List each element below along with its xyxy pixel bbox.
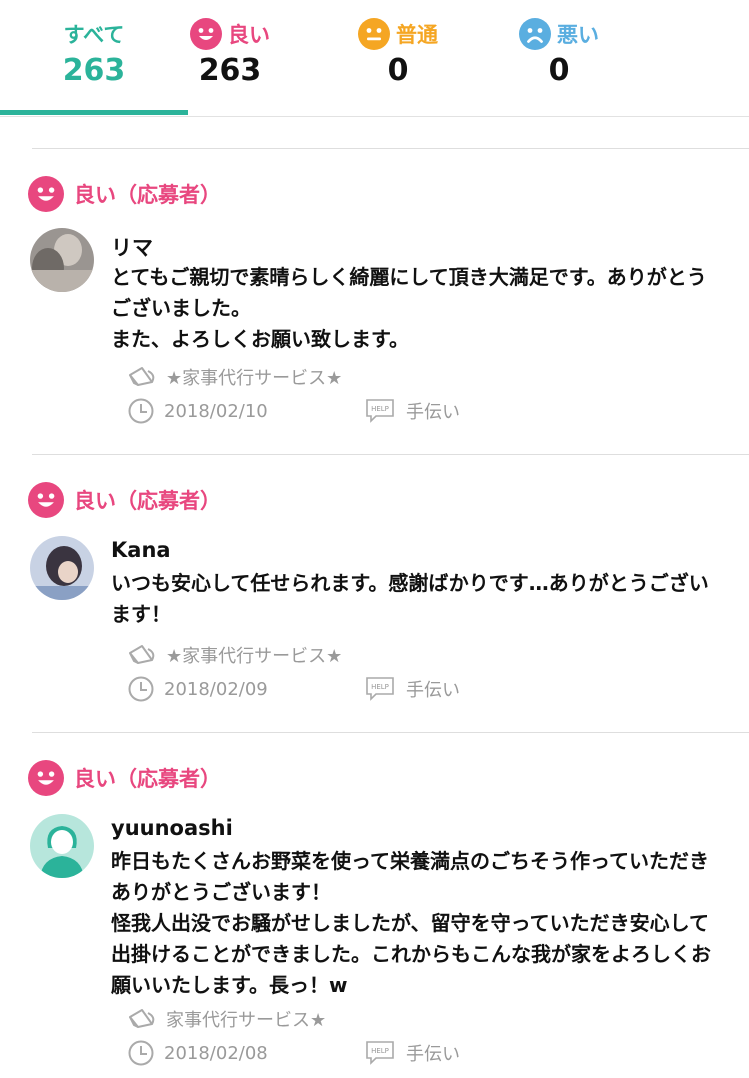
- category-label[interactable]: 手伝い: [406, 676, 460, 702]
- tab-normal[interactable]: 普通 0: [304, 0, 492, 116]
- megaphone-icon: [129, 645, 155, 664]
- svg-text:HELP: HELP: [371, 683, 389, 691]
- megaphone-icon: [129, 1009, 155, 1028]
- neutral-face-icon: [358, 18, 390, 50]
- tab-bad-count: 0: [548, 53, 570, 88]
- review-text: 昨日もたくさんお野菜を使って栄養満点のごちそう作っていただきありがとうございます…: [111, 849, 711, 997]
- default-avatar-icon[interactable]: [30, 814, 94, 878]
- divider: [32, 148, 749, 149]
- svg-text:HELP: HELP: [371, 1047, 389, 1055]
- category-label[interactable]: 手伝い: [406, 1040, 460, 1066]
- review-date: 2018/02/10: [164, 400, 268, 422]
- svg-text:HELP: HELP: [371, 405, 389, 413]
- clock-icon: [128, 398, 154, 424]
- review-date: 2018/02/09: [164, 678, 268, 700]
- service-name[interactable]: ★家事代行サービス★: [166, 642, 342, 668]
- help-icon: HELP: [366, 1041, 394, 1065]
- service-name[interactable]: ★家事代行サービス★: [166, 364, 342, 390]
- category-label[interactable]: 手伝い: [406, 398, 460, 424]
- sad-face-icon: [519, 18, 551, 50]
- help-icon: HELP: [366, 677, 394, 701]
- smile-face-icon: [190, 18, 222, 50]
- smile-face-icon: [28, 176, 64, 212]
- active-tab-indicator: [0, 110, 188, 115]
- smile-face-icon: [28, 760, 64, 796]
- tab-normal-count: 0: [387, 53, 409, 88]
- tab-bad[interactable]: 悪い 0: [465, 0, 653, 116]
- review-rating-label: 良い（応募者）: [74, 489, 221, 513]
- tab-good-count: 263: [198, 53, 262, 88]
- reviewer-name[interactable]: リマ: [111, 232, 153, 262]
- reviewer-name[interactable]: Kana: [111, 538, 171, 562]
- tab-good-label: 良い: [228, 23, 270, 47]
- megaphone-icon: [129, 367, 155, 386]
- avatar[interactable]: [30, 536, 94, 600]
- review-text: いつも安心して任せられます。感謝ばかりです…ありがとうございます！: [111, 571, 709, 626]
- service-name[interactable]: 家事代行サービス★: [166, 1006, 326, 1032]
- smile-face-icon: [28, 482, 64, 518]
- reviewer-name[interactable]: yuunoashi: [111, 816, 233, 840]
- review-text: とてもご親切で素晴らしく綺麗にして頂き大満足です。ありがとうございました。 また…: [111, 265, 707, 351]
- review-rating-label: 良い（応募者）: [74, 183, 221, 207]
- clock-icon: [128, 1040, 154, 1066]
- review-rating-label: 良い（応募者）: [74, 767, 221, 791]
- clock-icon: [128, 676, 154, 702]
- avatar[interactable]: [30, 228, 94, 292]
- tab-good[interactable]: 良い 263: [136, 0, 324, 116]
- divider: [32, 454, 749, 455]
- divider: [32, 732, 749, 733]
- help-icon: HELP: [366, 399, 394, 423]
- rating-filter-tabs: すべて 263 良い 263 普通 0 悪い 0: [0, 0, 749, 117]
- tab-normal-label: 普通: [396, 23, 438, 47]
- review-date: 2018/02/08: [164, 1042, 268, 1064]
- tab-bad-label: 悪い: [557, 23, 599, 47]
